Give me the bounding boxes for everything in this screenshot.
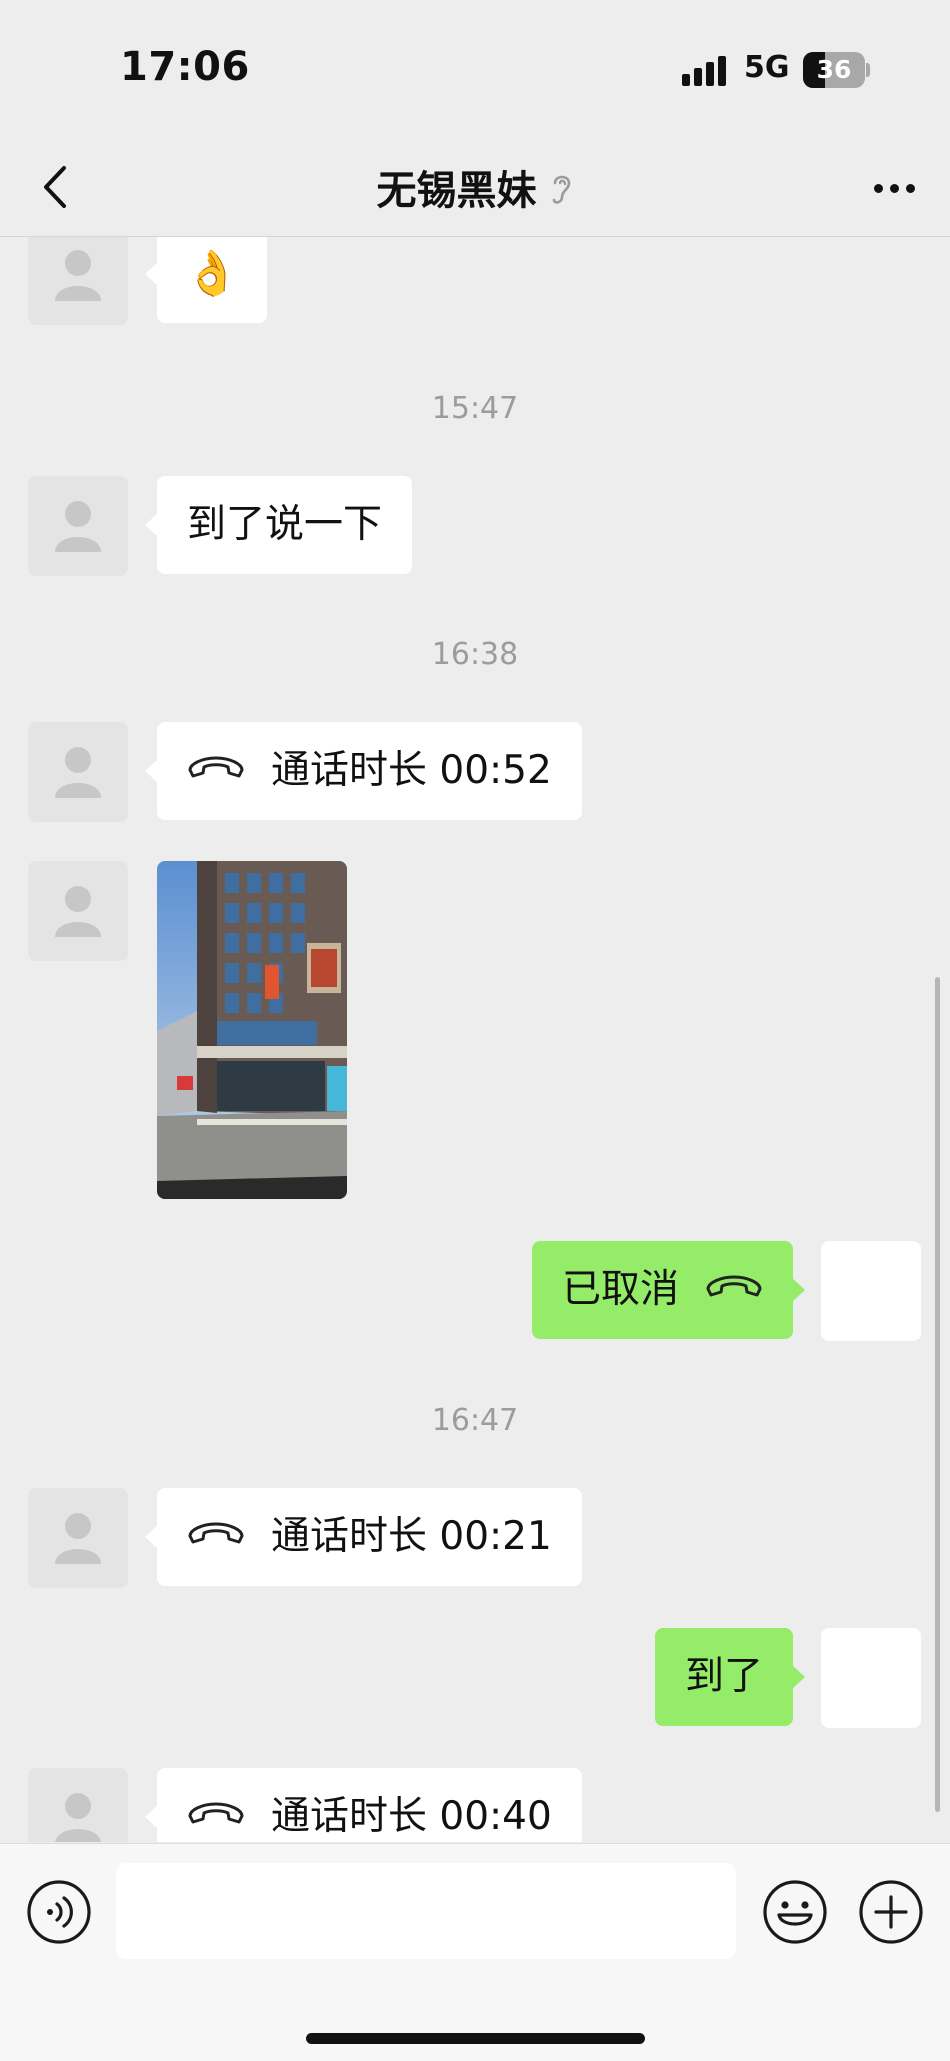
ear-icon: [550, 172, 574, 212]
message-text: 到了: [684, 1654, 763, 1699]
ok-hand-emoji: 👌: [184, 248, 240, 299]
message-text: 到了说一下: [187, 502, 383, 547]
phone-icon: [187, 1487, 245, 1585]
battery-level: 36: [816, 55, 852, 84]
battery-icon: 36: [803, 52, 865, 88]
status-time: 17:06: [120, 44, 250, 90]
plus-icon[interactable]: [858, 1879, 924, 1949]
status-bar: 17:06 5G 36: [0, 0, 950, 140]
input-bar: [0, 1843, 950, 2061]
timestamp: 15:47: [431, 391, 519, 426]
call-status-text: 已取消: [561, 1267, 679, 1312]
call-duration-text: 通话时长 00:40: [271, 1794, 552, 1839]
contact-avatar[interactable]: [28, 722, 128, 822]
message-list[interactable]: 👌 15:47 到了说一下 16:38 通话时长 00:52 已取消 16:47…: [0, 237, 950, 1842]
emoji-icon[interactable]: [762, 1879, 828, 1949]
my-avatar[interactable]: [821, 1628, 921, 1728]
call-record-bubble[interactable]: 通话时长 00:21: [145, 1487, 582, 1586]
message-bubble-emoji[interactable]: 👌: [145, 237, 267, 323]
contact-avatar[interactable]: [28, 237, 128, 325]
call-record-bubble[interactable]: 通话时长 00:40: [145, 1767, 582, 1843]
call-record-bubble[interactable]: 通话时长 00:52: [145, 721, 582, 820]
my-avatar[interactable]: [821, 1241, 921, 1341]
message-bubble[interactable]: 到了说一下: [144, 476, 413, 574]
contact-avatar[interactable]: [28, 476, 128, 576]
home-indicator[interactable]: [306, 2033, 645, 2044]
phone-icon: [187, 721, 245, 819]
more-icon[interactable]: [870, 182, 920, 196]
network-type: 5G: [744, 50, 790, 85]
sent-message-bubble[interactable]: 到了: [654, 1628, 806, 1726]
contact-avatar[interactable]: [28, 1768, 128, 1842]
voice-icon[interactable]: [26, 1879, 92, 1949]
call-duration-text: 通话时长 00:21: [271, 1514, 552, 1559]
cellular-signal-icon: [682, 56, 732, 86]
message-input[interactable]: [116, 1863, 736, 1959]
battery-tip: [866, 63, 870, 77]
sent-call-cancelled-bubble[interactable]: 已取消: [531, 1240, 806, 1339]
chat-title[interactable]: 无锡黑妹: [376, 168, 536, 214]
timestamp: 16:38: [431, 637, 519, 672]
phone-icon: [705, 1240, 763, 1338]
contact-avatar[interactable]: [28, 1488, 128, 1588]
phone-icon: [187, 1767, 245, 1843]
call-duration-text: 通话时长 00:52: [271, 748, 552, 793]
scrollbar[interactable]: [935, 977, 940, 1812]
timestamp: 16:47: [431, 1403, 519, 1438]
building-photo-message[interactable]: [157, 861, 347, 1199]
chat-header: 无锡黑妹: [0, 140, 950, 237]
contact-avatar[interactable]: [28, 861, 128, 961]
